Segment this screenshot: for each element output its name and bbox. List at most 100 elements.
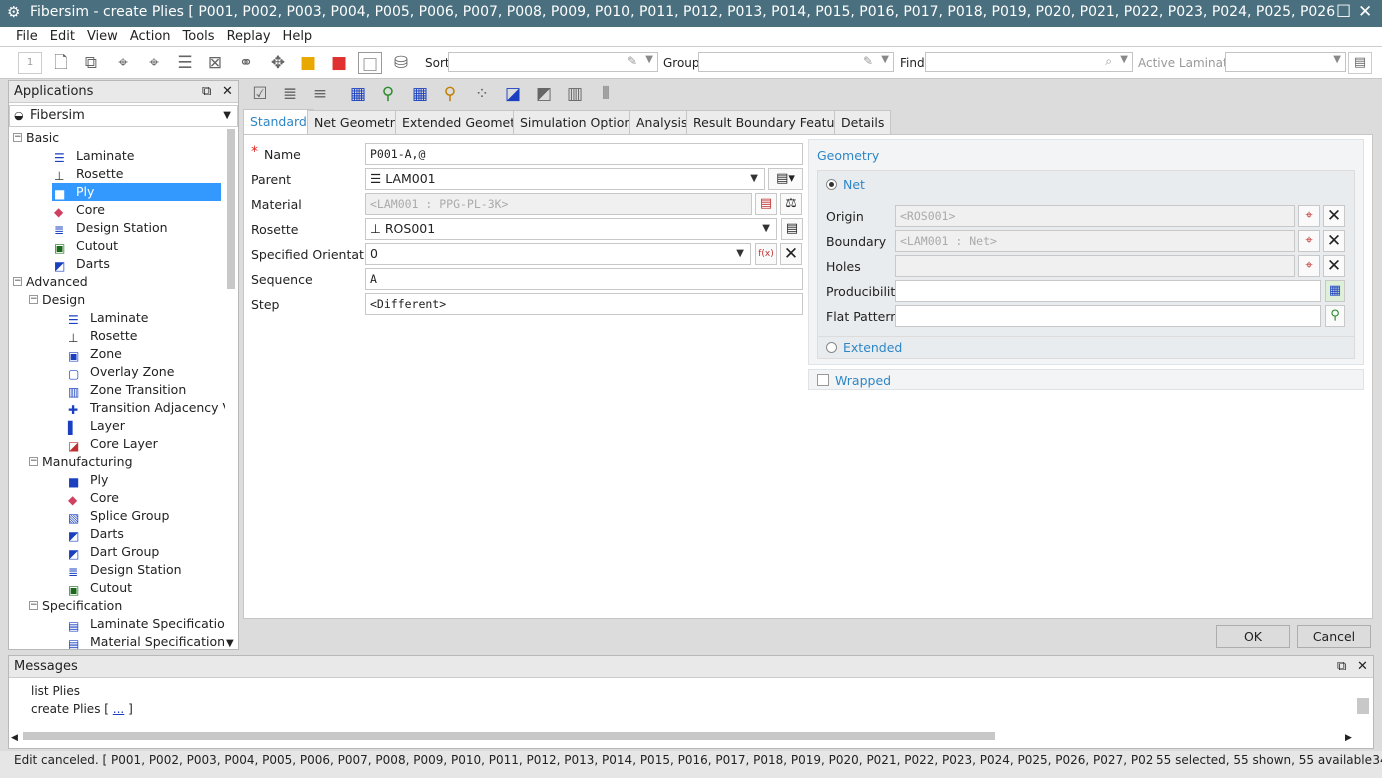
message-link[interactable]: ... [113,702,124,716]
tree-group-specification[interactable]: Specification [42,597,128,615]
yellow-cube-icon[interactable]: ■ [296,52,320,74]
scroll-right-icon[interactable]: ▶ [1345,733,1352,743]
tree-item-darts[interactable]: ◩ Darts [54,255,116,273]
tree-item-rosette[interactable]: ⊥ Rosette [54,165,129,183]
tree-group-design[interactable]: Design [42,291,91,309]
tree-item-darts[interactable]: ◩ Darts [68,525,130,543]
flat-pattern-button[interactable]: ⚲ [1325,305,1345,327]
orientation-select[interactable]: 0 ▼ [365,243,751,265]
layers-icon[interactable]: ⁘ [470,83,494,105]
counter-button[interactable]: 1 [18,52,42,74]
tree-item-cutout[interactable]: ▣ Cutout [54,237,124,255]
ok-button[interactable]: OK [1216,625,1290,648]
gray-cube-icon[interactable]: □ [358,52,382,74]
red-cube-icon[interactable]: ■ [327,52,351,74]
grid-blue-icon[interactable]: ▦ [408,83,432,105]
document-list-icon[interactable]: ☰ [173,52,197,74]
menu-replay[interactable]: Replay [221,27,277,46]
corner-icon[interactable]: ◪ [501,83,525,105]
close-panel-icon[interactable]: ✕ [222,81,233,103]
boundary-input[interactable]: <LAM001 : Net> [895,230,1295,252]
scroll-left-icon[interactable]: ◀ [11,733,18,743]
database-icon[interactable]: ⛁ [389,52,413,74]
chevron-down-icon[interactable]: ▼ [1333,54,1341,65]
diagonal-icon[interactable]: ◩ [532,83,556,105]
collapse-toggle-icon[interactable]: − [29,457,38,466]
origin-pick-button[interactable]: ⌖ [1298,205,1320,227]
parent-browse-button[interactable]: ▤▾ [768,168,803,190]
holes-input[interactable] [895,255,1295,277]
tree-item-rosette[interactable]: ⊥ Rosette [68,327,143,345]
tree-item-laminate[interactable]: ☰ Laminate [54,147,140,165]
crosshair-multi-icon[interactable]: ⌖ [142,52,166,74]
menu-file[interactable]: File [10,27,44,46]
chevron-down-icon[interactable]: ▼ [762,219,770,239]
tree-item-laminate-specification[interactable]: ▤ Laminate Specification [68,615,225,633]
tab-details[interactable]: Details [834,110,892,135]
app-gear-icon[interactable]: ⚙ [7,3,20,21]
wrapped-checkbox[interactable] [817,374,829,386]
sequence-input[interactable]: A [365,268,803,290]
parent-select[interactable]: ☰ LAM001 ▼ [365,168,765,190]
tree-item-zone-transition[interactable]: ▥ Zone Transition [68,381,192,399]
close-panel-icon[interactable]: ✕ [1357,656,1368,678]
tree-item-cutout[interactable]: ▣ Cutout [68,579,138,597]
barcode-icon[interactable]: ⦀ [594,83,618,105]
extended-radio[interactable] [826,342,837,353]
group-field[interactable]: ✎ ▼ [698,52,894,72]
tab-simulation-options[interactable]: Simulation Options [513,110,646,135]
net-radio[interactable] [826,179,837,190]
name-input[interactable]: P001-A,@ [365,143,803,165]
producibility-button[interactable]: ▦ [1325,280,1345,302]
material-balance-button[interactable]: ⚖ [780,193,802,215]
boundary-clear-button[interactable]: ✕ [1323,230,1345,252]
boundary-pick-button[interactable]: ⌖ [1298,230,1320,252]
float-panel-icon[interactable]: ⧉ [202,81,211,103]
tab-net-geometry[interactable]: Net Geometry [307,110,410,135]
menu-help[interactable]: Help [277,27,319,46]
tree-group-basic[interactable]: Basic [26,129,65,147]
rosette-select[interactable]: ⊥ ROS001 ▼ [365,218,777,240]
transform-icon[interactable]: ✥ [266,52,290,74]
application-selector[interactable]: ◒ Fibersim ▼ [9,105,238,127]
tree-scrollbar[interactable]: ▼ [226,129,236,649]
material-input[interactable]: <LAM001 : PPG-PL-3K> [365,193,752,215]
search-icon[interactable]: ⌕ [1105,54,1112,69]
collapse-toggle-icon[interactable]: − [13,277,22,286]
tab-standard[interactable]: Standard [243,109,314,135]
menu-tools[interactable]: Tools [177,27,221,46]
bars-icon[interactable]: ▥ [563,83,587,105]
step-input[interactable]: <Different> [365,293,803,315]
export-icon[interactable]: ⚲ [438,83,462,105]
tree-item-laminate[interactable]: ☰ Laminate [68,309,154,327]
holes-clear-button[interactable]: ✕ [1323,255,1345,277]
align-left-icon[interactable]: ≣ [278,83,302,105]
crosshair-add-icon[interactable]: ⌖ [111,52,135,74]
tree-item-design-station[interactable]: ≣ Design Station [54,219,174,237]
tree-item-ply[interactable]: ■ Ply [52,183,221,201]
tree-group-manufacturing[interactable]: Manufacturing [42,453,139,471]
pencil-icon[interactable]: ✎ [863,54,873,68]
chevron-down-icon[interactable]: ▼ [736,244,744,264]
tree-item-material-specification[interactable]: ▤ Material Specification [68,633,225,649]
float-panel-icon[interactable]: ⧉ [1337,656,1346,678]
tree-item-core-layer[interactable]: ◪ Core Layer [68,435,164,453]
chevron-down-icon[interactable]: ▼ [881,54,889,65]
messages-vscrollbar[interactable] [1357,698,1369,714]
copy-icon[interactable]: ⧉ [79,52,103,74]
tree-item-transition-adjacency-vertex[interactable]: ✚ Transition Adjacency Vertex [68,399,225,417]
flat-pattern-input[interactable] [895,305,1321,327]
origin-clear-button[interactable]: ✕ [1323,205,1345,227]
collapse-toggle-icon[interactable]: − [13,133,22,142]
active-laminate-select[interactable]: ▼ [1225,52,1346,72]
material-table-button[interactable]: ▤ [755,193,777,215]
menu-view[interactable]: View [81,27,124,46]
tree-item-zone[interactable]: ▣ Zone [68,345,128,363]
menu-edit[interactable]: Edit [44,27,81,46]
origin-input[interactable]: <ROS001> [895,205,1295,227]
chevron-down-icon[interactable]: ▼ [750,169,758,189]
ply-table-icon[interactable]: ▦ [346,83,370,105]
tree-item-core[interactable]: ◆ Core [54,201,111,219]
link-icon[interactable]: ⚭ [234,52,258,74]
flat-pattern-icon[interactable]: ⚲ [376,83,400,105]
